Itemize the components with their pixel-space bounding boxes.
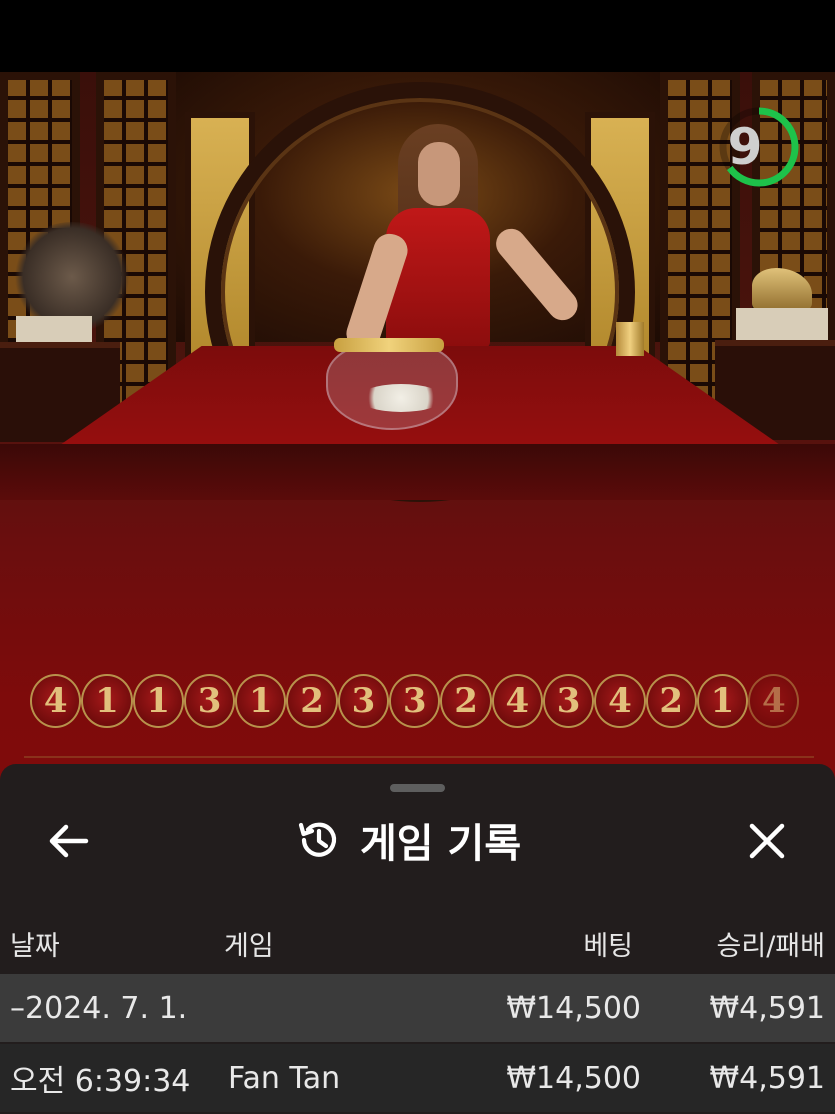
- table-rim: [0, 444, 835, 500]
- status-bar: [0, 0, 835, 72]
- game-cell: Fan Tan: [228, 1060, 341, 1096]
- column-header-date: 날짜: [10, 931, 60, 962]
- back-button[interactable]: [40, 816, 96, 866]
- bowl-handle: [334, 338, 444, 352]
- bonsai-pot: [16, 316, 92, 342]
- bet-cell: ₩14,500: [506, 990, 641, 1026]
- bead-result: 1: [132, 674, 184, 728]
- table-row[interactable]: 오전 6:39:34 Fan Tan ₩14,500 ₩4,591: [0, 1044, 835, 1112]
- bead-result: 2: [286, 674, 338, 728]
- page-title: 게임 기록: [360, 821, 522, 867]
- sheet-grabber[interactable]: [390, 784, 445, 792]
- beans: [358, 384, 444, 412]
- history-icon: [298, 822, 337, 857]
- bead-result: 4: [594, 674, 646, 728]
- close-icon: [749, 823, 785, 859]
- game-history-sheet: 게임 기록 날짜 게임 베팅 승리/패배 –2024. 7. 1. ₩14,50…: [0, 764, 835, 1114]
- gold-cup: [616, 322, 644, 356]
- bead-result: 3: [542, 674, 595, 728]
- column-header-bet: 베팅: [583, 931, 633, 962]
- win-loss-cell: ₩4,591: [709, 990, 825, 1026]
- bead-result: 4: [491, 674, 543, 728]
- close-button[interactable]: [740, 814, 794, 868]
- bead-result: 1: [81, 674, 133, 728]
- bead-result: 1: [696, 674, 749, 728]
- bead-result: 3: [337, 674, 390, 728]
- bead-result: 2: [440, 674, 492, 728]
- bead-result: 3: [389, 674, 441, 728]
- sheet-title: 게임 기록: [296, 808, 521, 872]
- bead-result: 4: [30, 674, 82, 728]
- win-loss-cell: ₩4,591: [709, 1060, 825, 1096]
- dealer-face: [418, 142, 460, 206]
- bead-result: 4: [748, 674, 800, 728]
- column-header-win-loss: 승리/패배: [716, 931, 825, 962]
- bet-cell: ₩14,500: [506, 1060, 641, 1096]
- bead-result: 2: [645, 674, 697, 728]
- arrow-left-icon: [49, 824, 89, 858]
- date-group-row[interactable]: –2024. 7. 1. ₩14,500 ₩4,591: [0, 974, 835, 1042]
- statue-base: [736, 308, 828, 340]
- countdown-timer: 9: [727, 118, 763, 176]
- time-cell: 오전 6:39:34: [10, 1064, 191, 1099]
- dealer: [386, 208, 490, 348]
- bead-road: 411312332434214: [30, 674, 800, 728]
- bead-result: 1: [235, 674, 287, 728]
- bead-result: 3: [183, 674, 236, 728]
- date-cell: –2024. 7. 1.: [10, 990, 188, 1026]
- column-header-game: 게임: [224, 931, 274, 962]
